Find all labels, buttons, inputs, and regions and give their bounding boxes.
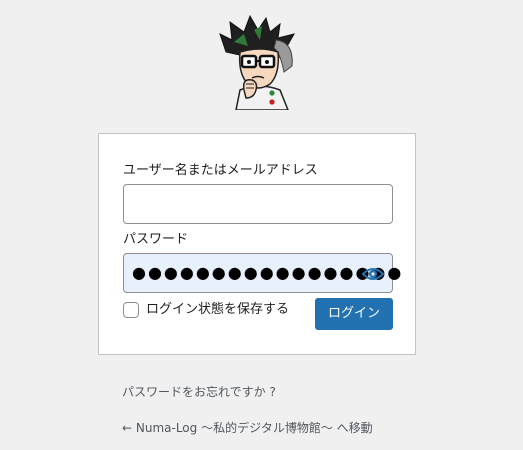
site-logo[interactable] <box>214 12 304 110</box>
password-input[interactable]: ●●●●●●●●●●●●●●●●● <box>123 253 401 293</box>
eye-icon[interactable] <box>362 265 384 283</box>
username-label: ユーザー名またはメールアドレス <box>123 163 318 178</box>
lost-password-link[interactable]: パスワードをお忘れですか ? <box>122 383 276 400</box>
remember-me[interactable]: ログイン状態を保存する <box>123 301 289 319</box>
back-to-site-link[interactable]: ← Numa-Log 〜私的デジタル博物館〜 へ移動 <box>122 419 373 436</box>
remember-me-checkbox[interactable] <box>123 302 139 318</box>
login-form: ユーザー名またはメールアドレス パスワード ●●●●●●●●●●●●●●●●● … <box>98 133 416 355</box>
password-label: パスワード <box>123 232 189 247</box>
login-button[interactable]: ログイン <box>315 298 393 330</box>
username-input[interactable] <box>123 184 393 224</box>
remember-me-label[interactable]: ログイン状態を保存する <box>146 302 289 318</box>
